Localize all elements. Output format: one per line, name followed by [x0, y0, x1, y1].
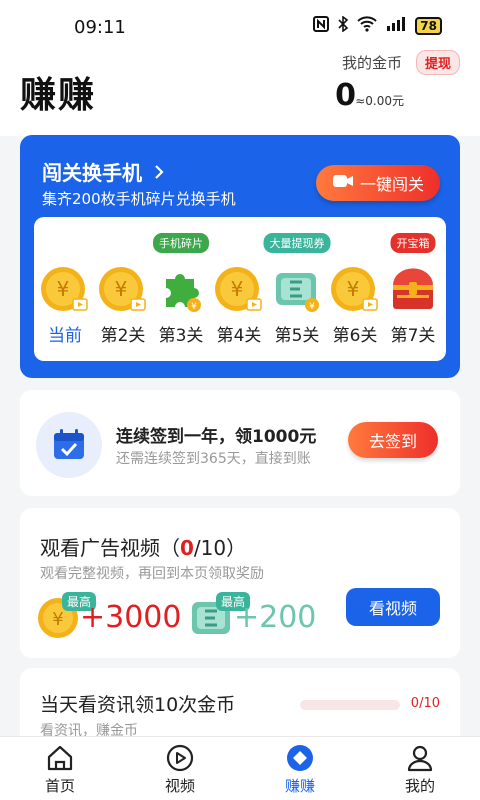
- tab-mine-label: 我的: [404, 777, 435, 795]
- coin-video-icon: ¥: [330, 265, 380, 315]
- nfc-icon: [313, 16, 330, 36]
- battery-icon: 78: [415, 17, 442, 35]
- tab-home-label: 首页: [44, 777, 75, 795]
- challenge-title[interactable]: 闯关换手机: [42, 157, 165, 186]
- one-click-challenge-button[interactable]: 一键闯关: [316, 165, 440, 201]
- my-coins-label: 我的金币: [341, 54, 402, 72]
- tab-earn-label: 赚赚: [284, 777, 315, 795]
- bottom-tab-bar: 首页 视频 赚赚 我的: [0, 736, 480, 800]
- level-tag-phone-fragment: 手机碎片: [153, 233, 209, 253]
- coins-value: 0: [335, 78, 356, 113]
- challenge-levels: ¥ 当前 ¥ 第2关 手机碎片 ¥ 第3关 ¥ 第4关 大量提现券 ¥ 第5关 …: [34, 217, 446, 361]
- coin-video-icon: ¥: [40, 265, 90, 315]
- phone-challenge-card[interactable]: 闯关换手机 集齐200枚手机碎片兑换手机 一键闯关 ¥ 当前 ¥ 第2关 手机碎…: [20, 135, 460, 378]
- signal-icon: [385, 16, 407, 36]
- video-task-count-done: 0: [180, 536, 194, 560]
- status-time: 09:11: [74, 17, 126, 38]
- calendar-check-icon: [36, 412, 102, 478]
- news-progress-count: 0/10: [410, 696, 440, 711]
- withdraw-voucher-icon: ¥: [272, 265, 322, 315]
- level-item-current[interactable]: ¥ 当前: [36, 217, 94, 346]
- tab-earn[interactable]: 赚赚: [240, 737, 360, 800]
- level-item-5[interactable]: 大量提现券 ¥ 第5关: [263, 217, 331, 346]
- tab-video-label: 视频: [164, 777, 195, 795]
- money-value: ≈0.00元: [355, 94, 404, 108]
- video-play-icon: [165, 743, 195, 773]
- video-camera-icon: [332, 173, 354, 193]
- signin-title: 连续签到一年，领1000元: [116, 427, 317, 447]
- coin-reward-value: +3000: [80, 600, 182, 635]
- level-tag-withdraw-voucher: 大量提现券: [263, 233, 331, 253]
- wifi-icon: [357, 16, 377, 36]
- level-item-6[interactable]: ¥ 第6关: [326, 217, 384, 346]
- svg-text:¥: ¥: [347, 277, 360, 301]
- challenge-subtitle: 集齐200枚手机碎片兑换手机: [42, 190, 236, 208]
- withdraw-button[interactable]: 提现: [415, 50, 460, 75]
- tab-mine[interactable]: 我的: [360, 737, 480, 800]
- coin-video-icon: ¥: [98, 265, 148, 315]
- video-task-count-total: /10）: [193, 536, 247, 560]
- tab-home[interactable]: 首页: [0, 737, 120, 800]
- voucher-reward: 最高 +200: [190, 592, 350, 642]
- news-progress-bar: [300, 700, 400, 710]
- puzzle-piece-icon: ¥: [156, 265, 206, 315]
- challenge-title-text: 闯关换手机: [42, 161, 142, 185]
- news-task-title: 当天看资讯领10次金币: [40, 694, 236, 716]
- chevron-right-icon: [153, 161, 165, 185]
- watch-video-button[interactable]: 看视频: [346, 588, 440, 626]
- level-item-2[interactable]: ¥ 第2关: [94, 217, 152, 346]
- bluetooth-icon: [337, 15, 349, 36]
- signin-card: 连续签到一年，领1000元 还需连续签到365天，直接到账 去签到: [20, 390, 460, 496]
- level-item-4[interactable]: ¥ 第4关: [210, 217, 268, 346]
- earn-diamond-icon: [285, 743, 315, 773]
- level-label-4: 第4关: [216, 326, 262, 346]
- level-label-current: 当前: [48, 326, 82, 346]
- go-signin-button[interactable]: 去签到: [348, 422, 438, 458]
- level-label-7: 第7关: [390, 326, 436, 346]
- video-task-subtitle: 观看完整视频，再回到本页领取奖励: [40, 566, 264, 582]
- svg-text:¥: ¥: [52, 609, 63, 630]
- status-icons: 78: [313, 15, 442, 36]
- coin-video-icon: ¥: [214, 265, 264, 315]
- page-title: 赚赚: [20, 75, 97, 116]
- level-label-5: 第5关: [274, 326, 320, 346]
- level-tag-treasure: 开宝箱: [390, 233, 436, 253]
- svg-text:¥: ¥: [57, 277, 70, 301]
- voucher-reward-value: +200: [234, 600, 317, 635]
- svg-text:¥: ¥: [115, 277, 128, 301]
- svg-text:¥: ¥: [309, 302, 315, 312]
- level-item-3[interactable]: 手机碎片 ¥ 第3关: [152, 217, 210, 346]
- signin-subtitle: 还需连续签到365天，直接到账: [116, 451, 311, 467]
- svg-text:¥: ¥: [191, 302, 197, 312]
- svg-text:¥: ¥: [231, 277, 244, 301]
- treasure-chest-icon: [388, 265, 438, 315]
- level-label-3: 第3关: [158, 326, 204, 346]
- level-item-7[interactable]: 开宝箱 第7关: [384, 217, 442, 346]
- level-label-6: 第6关: [332, 326, 378, 346]
- watch-ad-video-card: 观看广告视频（0/10） 观看完整视频，再回到本页领取奖励 ¥ 最高 +3000…: [20, 508, 460, 658]
- level-label-2: 第2关: [100, 326, 146, 346]
- home-icon: [45, 743, 75, 773]
- coin-reward: ¥ 最高 +3000: [36, 592, 196, 642]
- tab-video[interactable]: 视频: [120, 737, 240, 800]
- status-bar: 09:11 78: [0, 0, 480, 52]
- video-task-title-prefix: 观看广告视频（: [40, 536, 180, 560]
- profile-icon: [405, 743, 435, 773]
- header: 赚赚 我的金币 提现 0 ≈0.00元: [0, 50, 480, 136]
- video-task-title: 观看广告视频（0/10）: [40, 532, 246, 561]
- one-click-challenge-label: 一键闯关: [359, 175, 424, 194]
